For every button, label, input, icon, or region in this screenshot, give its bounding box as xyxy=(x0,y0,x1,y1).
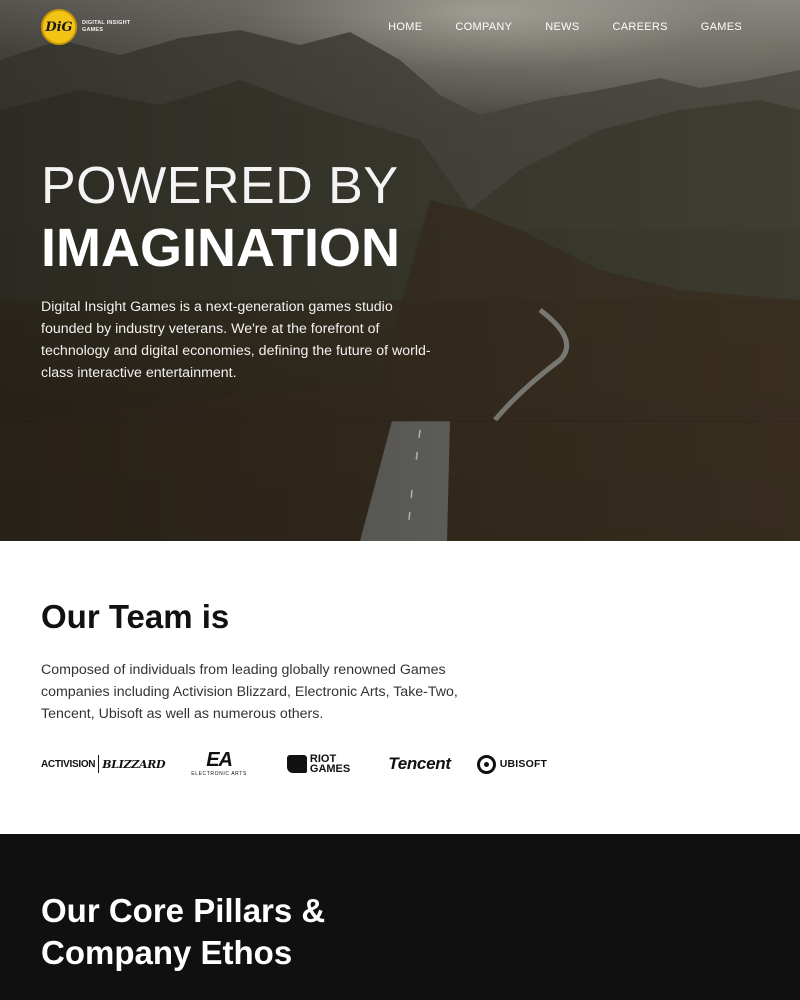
pillars-section: Our Core Pillars & Company Ethos xyxy=(0,834,800,1000)
ubisoft-swirl-icon xyxy=(476,754,496,774)
riot-wordmark-bottom: GAMES xyxy=(309,763,351,775)
team-description: Composed of individuals from leading glo… xyxy=(41,662,458,722)
hero-copy: POWERED BY IMAGINATION Digital Insight G… xyxy=(41,158,461,384)
nav-news-link[interactable]: NEWS xyxy=(545,21,579,33)
hero-headline-bold: IMAGINATION xyxy=(41,218,400,278)
hero-headline-light: POWERED BY xyxy=(41,157,399,215)
pillars-heading: Our Core Pillars & Company Ethos xyxy=(41,892,326,971)
ubisoft-logo: UBISOFT xyxy=(476,754,548,774)
riot-games-logo: RIOT GAMES xyxy=(286,754,351,775)
nav-company-link[interactable]: COMPANY xyxy=(455,21,512,33)
hero-description: Digital Insight Games is a next-generati… xyxy=(41,299,431,381)
ea-subtitle: ELECTRONIC ARTS xyxy=(191,771,247,777)
riot-fist-icon xyxy=(286,755,307,773)
nav-home-link[interactable]: HOME xyxy=(388,21,422,33)
top-nav: DiG Digital Insight Games HOME COMPANY N… xyxy=(0,0,800,56)
logo-badge: DiG xyxy=(41,9,77,45)
site-logo[interactable]: DiG Digital Insight Games xyxy=(41,9,132,45)
blizzard-wordmark: BLIZZARD xyxy=(102,757,166,771)
ea-logo: EA ELECTRONIC ARTS xyxy=(191,749,247,777)
activision-blizzard-logo: ACTIVISION BLIZZARD xyxy=(41,755,166,773)
main-menu: HOME COMPANY NEWS CAREERS GAMES xyxy=(355,21,742,33)
hero-section: DiG Digital Insight Games HOME COMPANY N… xyxy=(0,0,800,541)
team-heading: Our Team is xyxy=(41,598,230,635)
ea-wordmark: EA xyxy=(206,749,233,771)
tencent-logo: Tencent xyxy=(388,754,451,773)
partner-logos: ACTIVISION BLIZZARD EA ELECTRONIC ARTS R… xyxy=(41,749,547,779)
team-section: Our Team is Composed of individuals from… xyxy=(0,541,800,834)
activision-wordmark: ACTIVISION xyxy=(41,758,96,770)
logo-text: Digital Insight Games xyxy=(82,20,131,33)
nav-games-link[interactable]: GAMES xyxy=(701,21,742,33)
ubisoft-wordmark: UBISOFT xyxy=(499,758,548,770)
nav-careers-link[interactable]: CAREERS xyxy=(612,21,667,33)
